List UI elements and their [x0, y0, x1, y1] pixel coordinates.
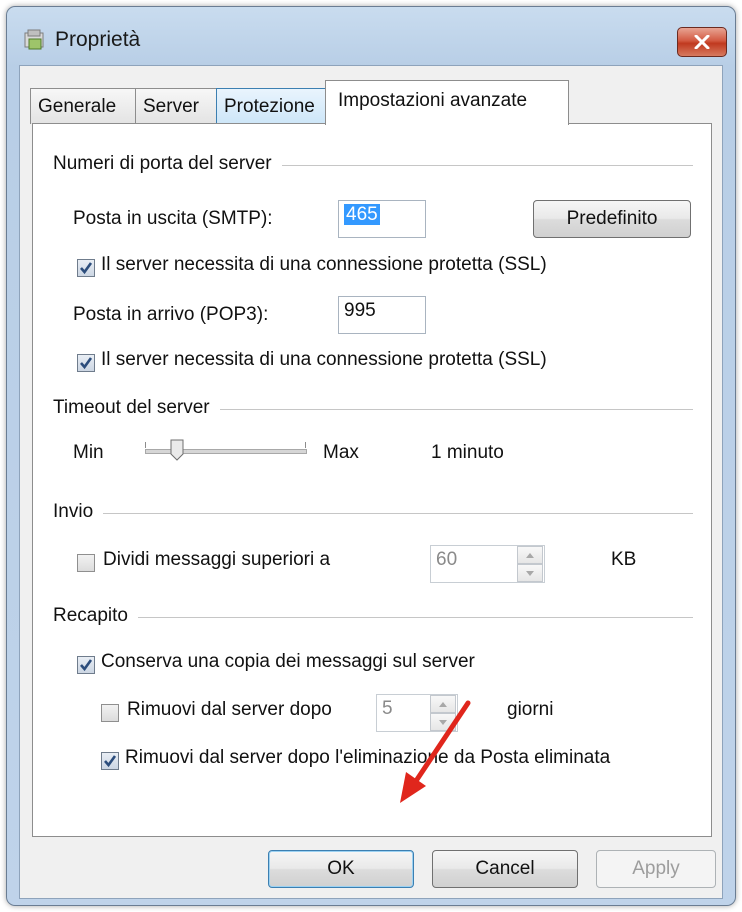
annotation-arrow	[400, 700, 471, 803]
tab-impostazioni-avanzate[interactable]: Impostazioni avanzate	[325, 80, 569, 125]
